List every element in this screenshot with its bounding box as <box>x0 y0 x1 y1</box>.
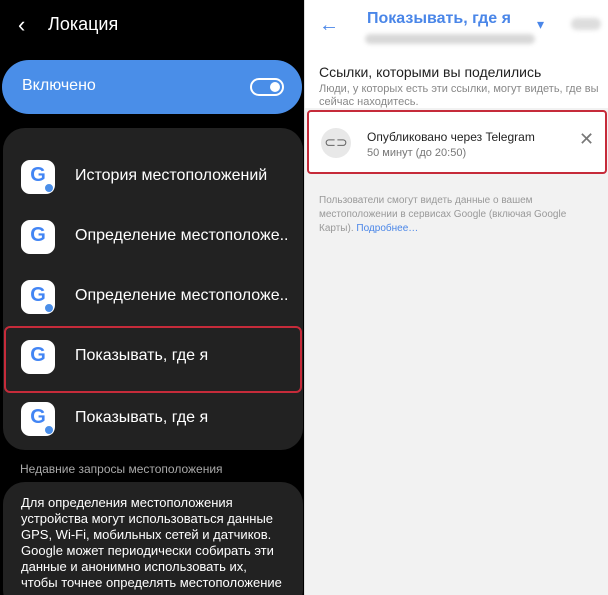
share-time: 50 минут (до 20:50) <box>367 147 467 159</box>
info-card: Для определения местоположения устройств… <box>3 482 303 595</box>
google-g-icon: G <box>21 220 55 254</box>
shared-links-section: Ссылки, которыми вы поделились Люди, у к… <box>305 52 608 108</box>
back-arrow-icon[interactable]: ← <box>319 14 339 37</box>
more-link[interactable]: Подробнее… <box>356 223 418 234</box>
chevron-down-icon[interactable]: ▾ <box>537 16 544 33</box>
location-sharing-panel: ← Показывать, где я ▾ Ссылки, которыми в… <box>304 0 608 595</box>
toggle-knob <box>270 82 280 92</box>
location-toggle[interactable] <box>250 78 284 96</box>
location-toggle-row[interactable]: Включено <box>2 60 302 114</box>
link-icon: ⊂⊃ <box>321 128 351 158</box>
list-item-label: Определение местоположе.. <box>75 287 289 304</box>
google-g-icon: G <box>21 402 55 436</box>
info-text: Для определения местоположения устройств… <box>21 495 282 595</box>
page-title: Показывать, где я <box>367 10 511 27</box>
google-g-icon: G <box>21 160 55 194</box>
selection-highlight <box>4 326 302 393</box>
close-icon[interactable]: ✕ <box>579 129 594 150</box>
shared-link-card[interactable]: ⊂⊃ Опубликовано через Telegram 50 минут … <box>307 110 607 174</box>
recent-requests-heading: Недавние запросы местоположения <box>20 462 223 476</box>
list-item-label: История местоположений <box>75 167 268 184</box>
list-item-label: Показывать, где я <box>75 409 209 426</box>
google-g-icon: G <box>21 280 55 314</box>
app-bar: ← Показывать, где я ▾ <box>305 0 608 52</box>
share-title: Опубликовано через Telegram <box>367 130 535 144</box>
avatar-blurred[interactable] <box>571 18 601 30</box>
page-title: Локация <box>48 14 119 34</box>
list-item-accuracy-2[interactable]: G Определение местоположе.. <box>3 268 303 328</box>
list-item-location-sharing-2[interactable]: G Показывать, где я <box>3 390 303 450</box>
list-item-accuracy[interactable]: G Определение местоположе.. <box>3 208 303 268</box>
toggle-label: Включено <box>22 77 96 94</box>
location-services-list: G История местоположений G Определение м… <box>3 128 303 450</box>
account-email-blurred <box>365 34 535 44</box>
left-header: ‹ Локация <box>0 0 304 52</box>
list-item-label: Определение местоположе.. <box>75 227 289 244</box>
section-subtitle: Люди, у которых есть эти ссылки, могут в… <box>319 83 599 108</box>
section-title: Ссылки, которыми вы поделились <box>319 64 542 80</box>
sharing-note: Пользователи смогут видеть данные о ваше… <box>319 194 601 236</box>
back-icon[interactable]: ‹ <box>18 12 40 38</box>
location-settings-panel: ‹ Локация Включено G История местоположе… <box>0 0 304 595</box>
list-item-history[interactable]: G История местоположений <box>3 148 303 208</box>
